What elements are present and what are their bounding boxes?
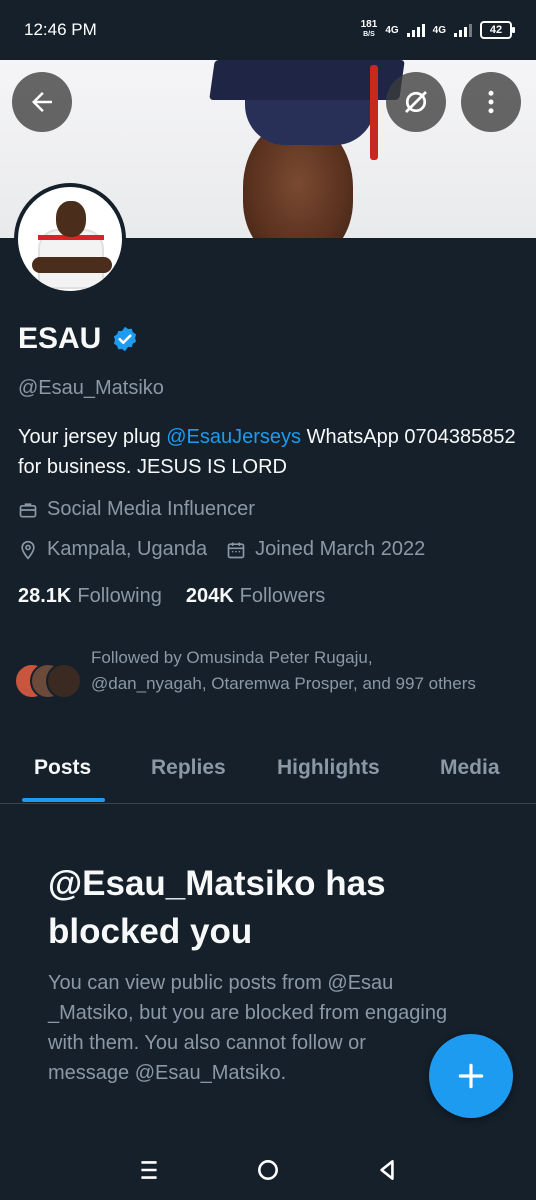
followers-count: 204K [185,585,234,607]
arrow-left-icon [32,92,52,112]
bio-mention-link[interactable]: @EsauJerseys [166,426,301,448]
network-type-1: 4G [385,24,399,36]
briefcase-icon [19,502,37,517]
follow-stats: 28.1K Following 204K Followers [18,585,325,608]
avatar[interactable] [14,183,126,295]
grok-button[interactable] [386,72,446,132]
followed-by-text: Followed by Omusinda Peter Rugaju, @dan_… [91,648,476,693]
profile-category: Social Media Influencer [18,498,255,521]
home-icon[interactable] [255,1157,281,1183]
following-link[interactable]: 28.1K Following [18,585,162,608]
recent-apps-icon[interactable] [136,1157,162,1183]
net-speed: 181 B/S [361,20,378,40]
follower-avatar [46,663,82,699]
battery-icon: 42 [480,21,515,39]
followers-label: Followers [239,585,326,607]
status-time: 12:46 PM [24,20,97,39]
verified-badge-icon[interactable] [111,325,139,353]
following-count: 28.1K [18,585,72,607]
blocked-message: You can view public posts from @Esau _Ma… [48,972,448,1084]
joined-text: Joined March 2022 [255,538,426,560]
avatar-head [56,201,86,237]
profile-name: ESAU [18,322,102,355]
tab-highlights[interactable]: Highlights [277,756,380,780]
tab-media[interactable]: Media [440,756,500,780]
back-nav-icon[interactable] [374,1157,400,1183]
avatar-arms [32,257,112,273]
followed-by-avatars [14,663,86,699]
net-speed-unit: B/S [363,31,375,38]
grok-icon [405,91,427,113]
signal-icon-2 [454,23,472,37]
more-vertical-icon [488,90,494,114]
profile-tabs: Posts Replies Highlights Media [0,740,536,804]
plus-icon [458,1063,484,1089]
location-icon [21,540,35,560]
status-icons: 181 B/S 4G 4G 42 [361,20,515,40]
more-button[interactable] [461,72,521,132]
tab-replies[interactable]: Replies [151,756,226,780]
profile-name-row: ESAU [18,322,139,356]
banner-tassel [370,65,378,160]
category-text: Social Media Influencer [47,498,255,520]
bio-text-start: Your jersey plug [18,426,167,448]
blocked-title: @Esau_Matsiko has blocked you [48,864,386,951]
back-button[interactable] [12,72,72,132]
calendar-icon [227,542,245,558]
signal-icon [406,23,425,37]
system-nav-bar [0,1140,536,1200]
net-speed-value: 181 [360,19,378,30]
profile-bio: Your jersey plug @EsauJerseys WhatsApp 0… [18,422,518,482]
profile-meta-row: Kampala, Uganda Joined March 2022 [18,538,425,561]
tab-posts[interactable]: Posts [34,756,91,780]
network-type-2: 4G [432,24,446,36]
compose-button[interactable] [429,1034,513,1118]
following-label: Following [77,585,162,607]
followers-link[interactable]: 204K Followers [186,585,325,608]
active-tab-indicator [22,798,105,802]
profile-handle: @Esau_Matsiko [18,377,164,399]
location-text: Kampala, Uganda [47,538,208,560]
status-bar: 12:46 PM 181 B/S 4G 4G 42 [0,0,536,60]
